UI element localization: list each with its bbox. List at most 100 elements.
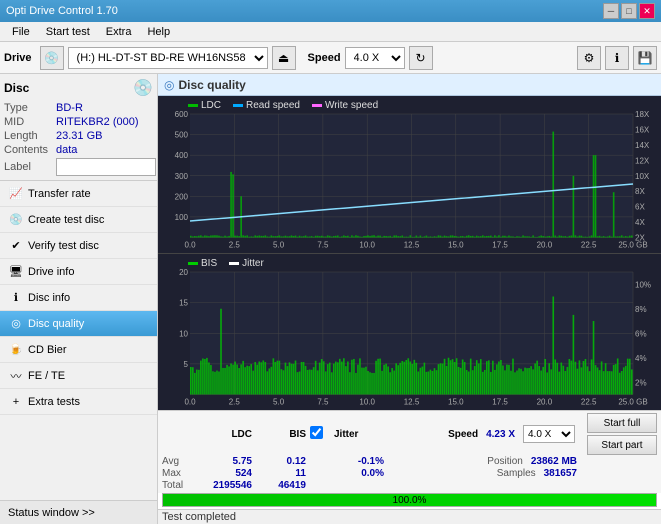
ldc-legend-read: Read speed <box>233 100 300 111</box>
ldc-legend: LDC Read speed Write speed <box>188 100 378 111</box>
svg-text:10X: 10X <box>635 172 650 181</box>
svg-text:500: 500 <box>175 131 189 140</box>
col-jitter-header: Jitter <box>334 429 358 440</box>
disc-label-input[interactable] <box>56 158 156 176</box>
disc-type-label: Type <box>4 102 56 114</box>
cd-bier-icon: 🍺 <box>8 342 24 358</box>
save-button[interactable]: 💾 <box>633 46 657 70</box>
ldc-legend-write-label: Write speed <box>325 100 378 111</box>
stats-speed-select[interactable]: 4.0 X <box>523 425 575 443</box>
start-part-button[interactable]: Start part <box>587 435 657 455</box>
content-area: ◎ Disc quality LDC Read speed <box>158 74 661 524</box>
maximize-button[interactable]: □ <box>621 3 637 19</box>
svg-text:14X: 14X <box>635 141 650 150</box>
svg-text:2.5: 2.5 <box>229 241 241 250</box>
sidebar-item-disc-quality[interactable]: ◎ Disc quality <box>0 311 157 337</box>
drive-select[interactable]: (H:) HL-DT-ST BD-RE WH16NS58 TST4 <box>68 47 268 69</box>
app-title: Opti Drive Control 1.70 <box>6 5 118 17</box>
ldc-chart-svg: 10020030040050060018X16X14X12X10X8X6X4X2… <box>158 96 661 253</box>
svg-text:8%: 8% <box>635 304 647 313</box>
position-label: Position <box>487 456 523 467</box>
menu-extra[interactable]: Extra <box>98 24 140 40</box>
progress-bar-container: 100.0% <box>162 493 657 507</box>
bis-legend: BIS Jitter <box>188 258 264 269</box>
disc-contents-row: Contents data <box>4 144 153 156</box>
svg-text:2%: 2% <box>635 378 647 387</box>
svg-text:400: 400 <box>175 151 189 160</box>
svg-text:17.5: 17.5 <box>492 397 508 406</box>
svg-text:10%: 10% <box>635 280 651 289</box>
svg-text:4%: 4% <box>635 353 647 362</box>
disc-mid-label: MID <box>4 116 56 128</box>
minimize-button[interactable]: ─ <box>603 3 619 19</box>
menu-help[interactable]: Help <box>139 24 178 40</box>
position-value: 23862 MB <box>531 456 577 467</box>
sidebar-item-verify-test-disc[interactable]: ✔ Verify test disc <box>0 233 157 259</box>
disc-mid-row: MID RITEKBR2 (000) <box>4 116 153 128</box>
fe-te-icon: 〰 <box>8 368 24 384</box>
stats-avg-row: Avg 5.75 0.12 -0.1% Position 23862 MB <box>162 456 657 467</box>
svg-text:4X: 4X <box>635 218 645 227</box>
svg-text:600: 600 <box>175 110 189 119</box>
eject-button[interactable]: ⏏ <box>272 46 296 70</box>
max-label: Max <box>162 468 198 479</box>
disc-type-row: Type BD-R <box>4 102 153 114</box>
info-button[interactable]: ℹ <box>605 46 629 70</box>
toolbar: Drive 💿 (H:) HL-DT-ST BD-RE WH16NS58 TST… <box>0 42 661 74</box>
col-speed-header: Speed <box>448 429 478 440</box>
sidebar-item-create-test-disc[interactable]: 💿 Create test disc <box>0 207 157 233</box>
drive-icon-btn[interactable]: 💿 <box>40 46 64 70</box>
disc-label-row: Label ✎ <box>4 158 153 176</box>
svg-text:22.5: 22.5 <box>581 241 597 250</box>
close-button[interactable]: ✕ <box>639 3 655 19</box>
svg-text:6X: 6X <box>635 203 645 212</box>
svg-text:12.5: 12.5 <box>404 397 420 406</box>
sidebar-item-extra-tests[interactable]: + Extra tests <box>0 389 157 415</box>
total-bis: 46419 <box>256 480 306 491</box>
create-test-disc-icon: 💿 <box>8 212 24 228</box>
status-window-button[interactable]: Status window >> <box>0 500 157 524</box>
jitter-dot <box>229 262 239 265</box>
svg-text:200: 200 <box>175 192 189 201</box>
sidebar-item-drive-info[interactable]: 🖥 Drive info <box>0 259 157 285</box>
bis-legend-label: BIS <box>201 258 217 269</box>
jitter-checkbox[interactable] <box>310 426 323 439</box>
sidebar-item-fe-te[interactable]: 〰 FE / TE <box>0 363 157 389</box>
svg-text:2.5: 2.5 <box>229 397 241 406</box>
bis-dot <box>188 262 198 265</box>
start-full-button[interactable]: Start full <box>587 413 657 433</box>
menu-file[interactable]: File <box>4 24 38 40</box>
disc-label-label: Label <box>4 161 56 173</box>
ldc-legend-ldc: LDC <box>188 100 221 111</box>
ldc-legend-ldc-label: LDC <box>201 100 221 111</box>
svg-text:5.0: 5.0 <box>273 241 285 250</box>
bis-legend-jitter: Jitter <box>229 258 264 269</box>
refresh-button[interactable]: ↻ <box>409 46 433 70</box>
svg-text:10.0: 10.0 <box>359 241 375 250</box>
menu-start-test[interactable]: Start test <box>38 24 98 40</box>
sidebar-item-cd-bier[interactable]: 🍺 CD Bier <box>0 337 157 363</box>
svg-text:20: 20 <box>179 268 188 277</box>
svg-text:7.5: 7.5 <box>317 241 329 250</box>
titlebar-controls: ─ □ ✕ <box>603 3 655 19</box>
sidebar: Disc 💿 Type BD-R MID RITEKBR2 (000) Leng… <box>0 74 158 524</box>
samples-value: 381657 <box>544 468 577 479</box>
sidebar-item-drive-info-label: Drive info <box>28 266 74 278</box>
svg-text:10: 10 <box>179 329 188 338</box>
sidebar-item-transfer-rate[interactable]: 📈 Transfer rate <box>0 181 157 207</box>
sidebar-item-verify-label: Verify test disc <box>28 240 99 252</box>
avg-jitter: -0.1% <box>334 456 384 467</box>
svg-text:18X: 18X <box>635 110 650 119</box>
settings-button[interactable]: ⚙ <box>577 46 601 70</box>
sidebar-item-fe-te-label: FE / TE <box>28 370 65 382</box>
speed-label: Speed <box>308 52 341 64</box>
ldc-dot <box>188 104 198 107</box>
speed-select[interactable]: 4.0 X <box>345 47 405 69</box>
bis-chart-svg: 510152010%8%6%4%2%0.02.55.07.510.012.515… <box>158 254 661 411</box>
disc-contents-label: Contents <box>4 144 56 156</box>
max-jitter: 0.0% <box>334 468 384 479</box>
disc-quality-header-icon: ◎ <box>164 78 174 92</box>
svg-text:0.0: 0.0 <box>184 397 196 406</box>
sidebar-item-disc-info[interactable]: ℹ Disc info <box>0 285 157 311</box>
total-label: Total <box>162 480 198 491</box>
